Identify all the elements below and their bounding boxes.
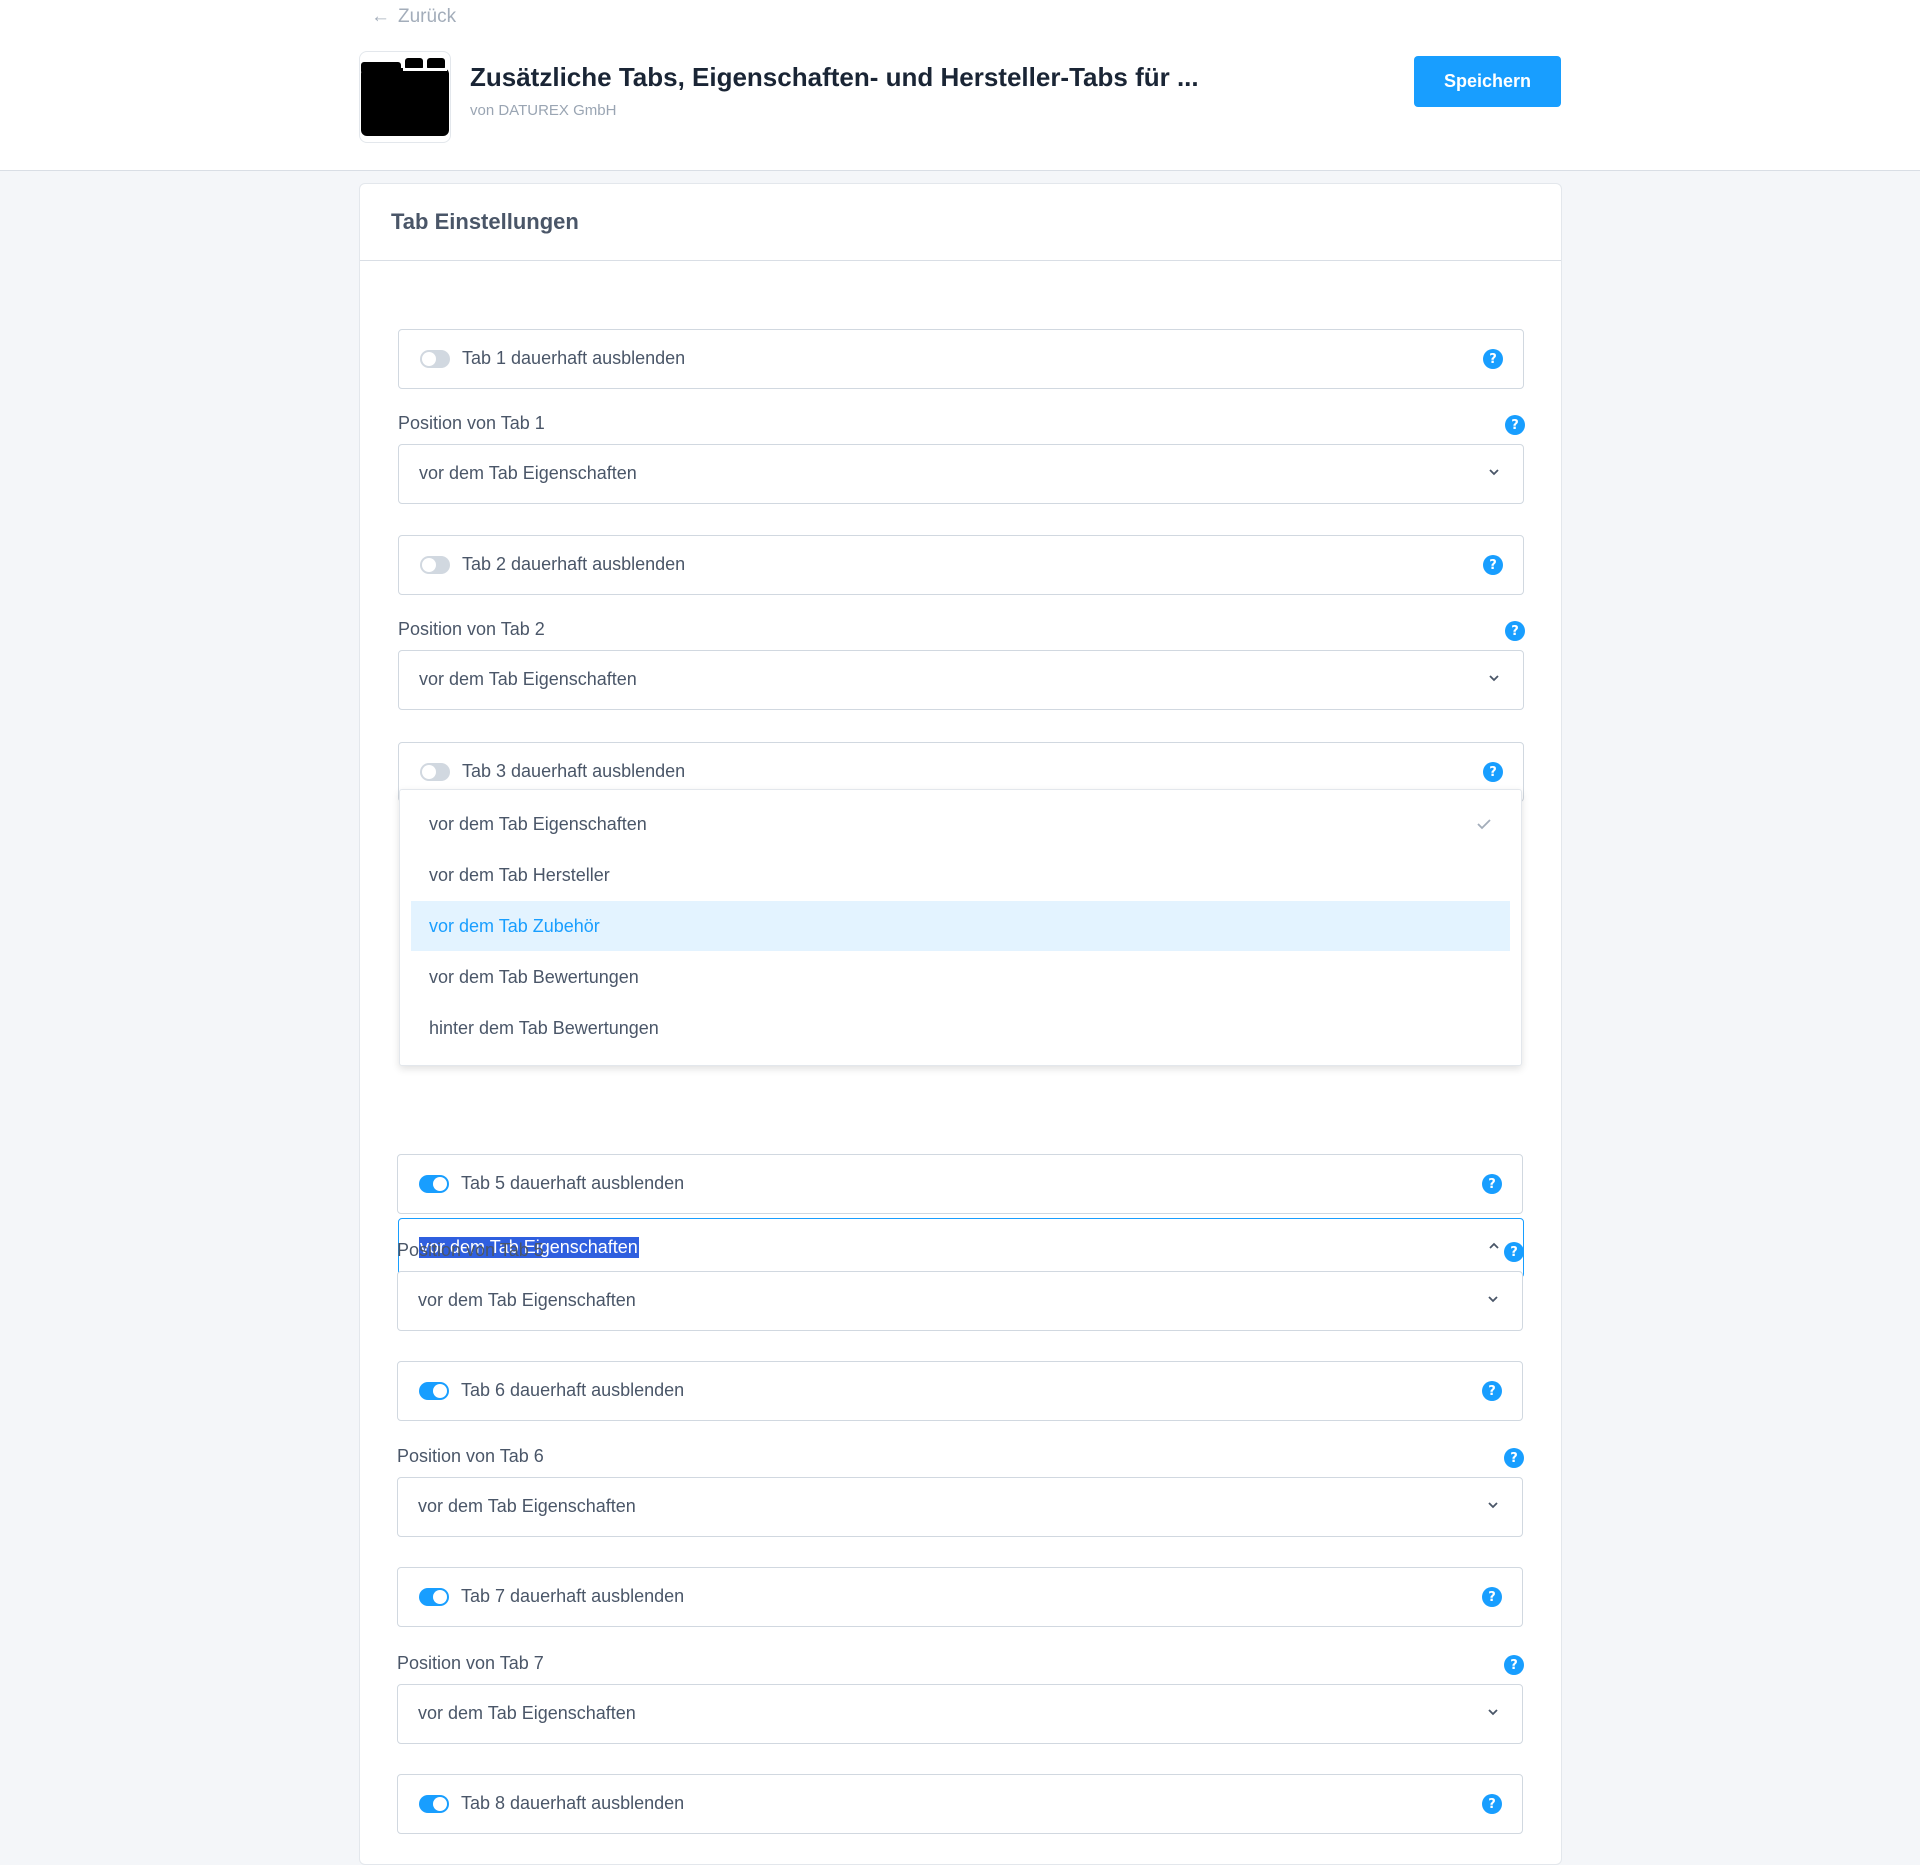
question-icon[interactable]: ? — [1482, 1587, 1502, 1607]
chevron-down-icon — [1488, 1502, 1498, 1509]
tab-6-position-field: Position von Tab 6 ? vor dem Tab Eigensc… — [397, 1446, 1524, 1537]
tab-2-hide-toggle[interactable] — [420, 556, 450, 574]
question-icon[interactable]: ? — [1483, 762, 1503, 782]
dropdown-option[interactable]: vor dem Tab Eigenschaften — [411, 799, 1510, 849]
chevron-down-icon — [1488, 1709, 1498, 1716]
tab-1-hide-switch-field: Tab 1 dauerhaft ausblenden ? — [398, 329, 1524, 389]
tab-2-hide-switch-field: Tab 2 dauerhaft ausblenden ? — [398, 535, 1524, 595]
switch-box: Tab 1 dauerhaft ausblenden ? — [398, 329, 1524, 389]
tab-7-hide-switch: Tab 7 dauerhaft ausblenden ? — [397, 1567, 1523, 1627]
tab-2-position-select[interactable]: vor dem Tab Eigenschaften — [398, 650, 1524, 710]
chevron-down-icon — [1488, 1296, 1498, 1303]
question-icon[interactable]: ? — [1483, 555, 1503, 575]
switch-label: Tab 8 dauerhaft ausblenden — [461, 1793, 685, 1813]
switch-label: Tab 2 dauerhaft ausblenden — [462, 554, 686, 574]
option-label: hinter dem Tab Bewertungen — [429, 1017, 659, 1038]
tab-1-hide-toggle[interactable] — [420, 350, 450, 368]
question-icon[interactable]: ? — [1482, 1174, 1502, 1194]
position-label: Position von Tab 6 — [397, 1446, 544, 1466]
switch-box: Tab 5 dauerhaft ausblenden ? — [397, 1154, 1523, 1214]
option-label: vor dem Tab Hersteller — [429, 864, 610, 885]
question-icon[interactable]: ? — [1504, 1242, 1524, 1262]
switch-label: Tab 5 dauerhaft ausblenden — [461, 1173, 685, 1193]
arrow-left-icon: ← — [371, 6, 390, 27]
switch-box: Tab 2 dauerhaft ausblenden ? — [398, 535, 1524, 595]
position-label: Position von Tab 5 — [397, 1240, 544, 1260]
tab-8-hide-toggle[interactable] — [419, 1795, 449, 1813]
position-dropdown-menu: vor dem Tab Eigenschaften vor dem Tab He… — [399, 789, 1522, 1066]
checkmark-icon — [1477, 819, 1491, 830]
tab-3-hide-toggle[interactable] — [420, 763, 450, 781]
switch-label: Tab 6 dauerhaft ausblenden — [461, 1380, 685, 1400]
question-icon[interactable]: ? — [1482, 1794, 1502, 1814]
dropdown-option[interactable]: vor dem Tab Hersteller — [411, 850, 1510, 900]
dropdown-option[interactable]: vor dem Tab Bewertungen — [411, 952, 1510, 1002]
app-vendor: von DATUREX GmbH — [470, 102, 617, 119]
back-label: Zurück — [398, 6, 457, 27]
position-label: Position von Tab 7 — [397, 1653, 544, 1673]
switch-box: Tab 6 dauerhaft ausblenden ? — [397, 1361, 1523, 1421]
question-icon[interactable]: ? — [1505, 415, 1525, 435]
tab-1-position-select[interactable]: vor dem Tab Eigenschaften — [398, 444, 1524, 504]
switch-label: Tab 1 dauerhaft ausblenden — [462, 348, 686, 368]
folder-icon — [361, 58, 449, 136]
card-header: Tab Einstellungen — [360, 184, 1561, 261]
tab-6-hide-toggle[interactable] — [419, 1382, 449, 1400]
tab-5-position-select[interactable]: vor dem Tab Eigenschaften — [397, 1271, 1523, 1331]
select-value: vor dem Tab Eigenschaften — [419, 463, 637, 483]
card-title: Tab Einstellungen — [391, 209, 579, 234]
option-label: vor dem Tab Bewertungen — [429, 966, 639, 987]
switch-box: Tab 8 dauerhaft ausblenden ? — [397, 1774, 1523, 1834]
question-icon[interactable]: ? — [1504, 1448, 1524, 1468]
back-link[interactable]: ← Zurück — [371, 6, 456, 28]
chevron-down-icon — [1489, 469, 1499, 476]
tab-8-hide-switch: Tab 8 dauerhaft ausblenden ? — [397, 1774, 1523, 1834]
tab-7-position-select[interactable]: vor dem Tab Eigenschaften — [397, 1684, 1523, 1744]
app-icon — [359, 51, 451, 143]
option-label: vor dem Tab Eigenschaften — [429, 813, 647, 834]
app-title: Zusätzliche Tabs, Eigenschaften- und Her… — [470, 62, 1199, 92]
select-value: vor dem Tab Eigenschaften — [419, 669, 637, 689]
question-icon[interactable]: ? — [1504, 1655, 1524, 1675]
tab-7-hide-toggle[interactable] — [419, 1588, 449, 1606]
question-icon[interactable]: ? — [1483, 349, 1503, 369]
tab-5-position-field: Position von Tab 5 ? vor dem Tab Eigensc… — [397, 1240, 1524, 1331]
position-label: Position von Tab 1 — [398, 413, 545, 433]
question-icon[interactable]: ? — [1482, 1381, 1502, 1401]
position-label: Position von Tab 2 — [398, 619, 545, 639]
tab-6-position-select[interactable]: vor dem Tab Eigenschaften — [397, 1477, 1523, 1537]
tab-6-hide-switch: Tab 6 dauerhaft ausblenden ? — [397, 1361, 1523, 1421]
top-bar: ← Zurück Zusätzliche Tabs, Eigenschaften… — [0, 0, 1920, 171]
tab-5-hide-toggle[interactable] — [419, 1175, 449, 1193]
question-icon[interactable]: ? — [1505, 621, 1525, 641]
switch-label: Tab 7 dauerhaft ausblenden — [461, 1586, 685, 1606]
select-value: vor dem Tab Eigenschaften — [418, 1290, 636, 1310]
chevron-down-icon — [1489, 675, 1499, 682]
save-button[interactable]: Speichern — [1414, 56, 1561, 107]
switch-label: Tab 3 dauerhaft ausblenden — [462, 761, 686, 781]
switch-box: Tab 7 dauerhaft ausblenden ? — [397, 1567, 1523, 1627]
dropdown-option-hovered[interactable]: vor dem Tab Zubehör — [411, 901, 1510, 951]
tab-5-hide-switch: Tab 5 dauerhaft ausblenden ? — [397, 1154, 1523, 1214]
tab-2-position-field: Position von Tab 2 ? vor dem Tab Eigensc… — [398, 619, 1525, 710]
select-value: vor dem Tab Eigenschaften — [418, 1703, 636, 1723]
select-value: vor dem Tab Eigenschaften — [418, 1496, 636, 1516]
tab-7-position-field: Position von Tab 7 ? vor dem Tab Eigensc… — [397, 1653, 1524, 1744]
tab-1-position-field: Position von Tab 1 ? vor dem Tab Eigensc… — [398, 413, 1525, 504]
option-label: vor dem Tab Zubehör — [429, 915, 600, 936]
dropdown-option[interactable]: hinter dem Tab Bewertungen — [411, 1003, 1510, 1053]
